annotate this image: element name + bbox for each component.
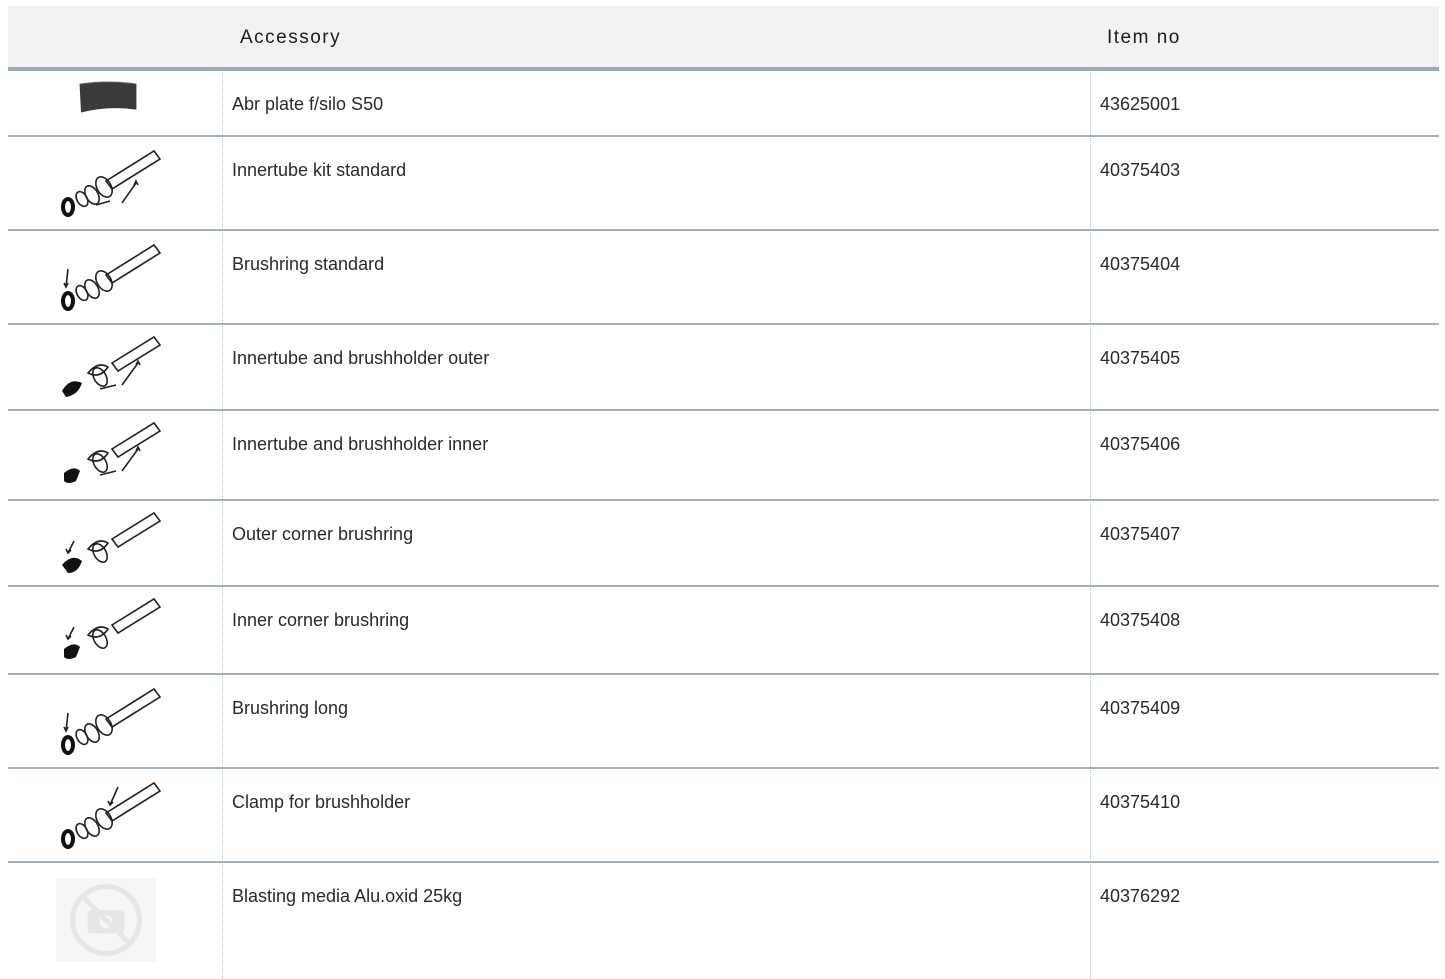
accessory-name: Abr plate f/silo S50 <box>232 94 384 114</box>
no-image-icon <box>56 878 156 962</box>
accessory-name: Clamp for brushholder <box>232 792 411 812</box>
accessory-name: Brushring standard <box>232 254 385 274</box>
brushring-icon <box>61 243 162 311</box>
item-number: 40375410 <box>1100 792 1181 812</box>
table-row: Blasting media Alu.oxid 25kg 40376292 <box>8 863 1439 973</box>
table-row: Innertube and brushholder inner 40375406 <box>8 411 1439 501</box>
outer-corner-brushring-icon <box>62 511 162 573</box>
table-header: Accessory Item no <box>8 6 1439 71</box>
item-number: 40375404 <box>1100 254 1181 274</box>
accessory-name: Innertube and brushholder outer <box>232 348 490 368</box>
item-number: 40375407 <box>1100 524 1181 544</box>
innertube-kit-icon <box>61 149 162 217</box>
item-number: 43625001 <box>1100 94 1181 114</box>
accessory-table: Accessory Item no Abr plate f/silo S50 4… <box>8 6 1439 979</box>
item-number: 40375408 <box>1100 610 1181 630</box>
innertube-brushholder-outer-icon <box>62 335 162 397</box>
innertube-brushholder-inner-icon <box>64 421 162 483</box>
brushring-long-icon <box>61 687 162 755</box>
table-row: Inner corner brushring 40375408 <box>8 587 1439 675</box>
clamp-icon <box>61 781 162 849</box>
item-number: 40375403 <box>1100 160 1181 180</box>
item-number: 40375409 <box>1100 698 1181 718</box>
table-row: Brushring standard 40375404 <box>8 231 1439 325</box>
table-row: Innertube kit standard 40375403 <box>8 137 1439 231</box>
item-number: 40376292 <box>1100 886 1181 906</box>
accessory-name: Blasting media Alu.oxid 25kg <box>232 886 463 906</box>
item-number: 40375405 <box>1100 348 1181 368</box>
accessory-name: Innertube and brushholder inner <box>232 434 489 454</box>
accessory-column-header: Accessory <box>240 27 342 48</box>
table-row: Clamp for brushholder 40375410 <box>8 769 1439 863</box>
item-no-column-header: Item no <box>1107 27 1181 48</box>
table-row: Innertube and brushholder outer 40375405 <box>8 325 1439 411</box>
accessory-name: Brushring long <box>232 698 349 718</box>
accessory-name: Inner corner brushring <box>232 610 410 630</box>
table-row: Abr plate f/silo S50 43625001 <box>8 71 1439 137</box>
table-row: Brushring long 40375409 <box>8 675 1439 769</box>
item-number: 40375406 <box>1100 434 1181 454</box>
accessory-name: Outer corner brushring <box>232 524 414 544</box>
abrasive-plate-icon <box>79 81 137 113</box>
table-row: Outer corner brushring 40375407 <box>8 501 1439 587</box>
inner-corner-brushring-icon <box>64 597 162 659</box>
accessory-name: Innertube kit standard <box>232 160 407 180</box>
